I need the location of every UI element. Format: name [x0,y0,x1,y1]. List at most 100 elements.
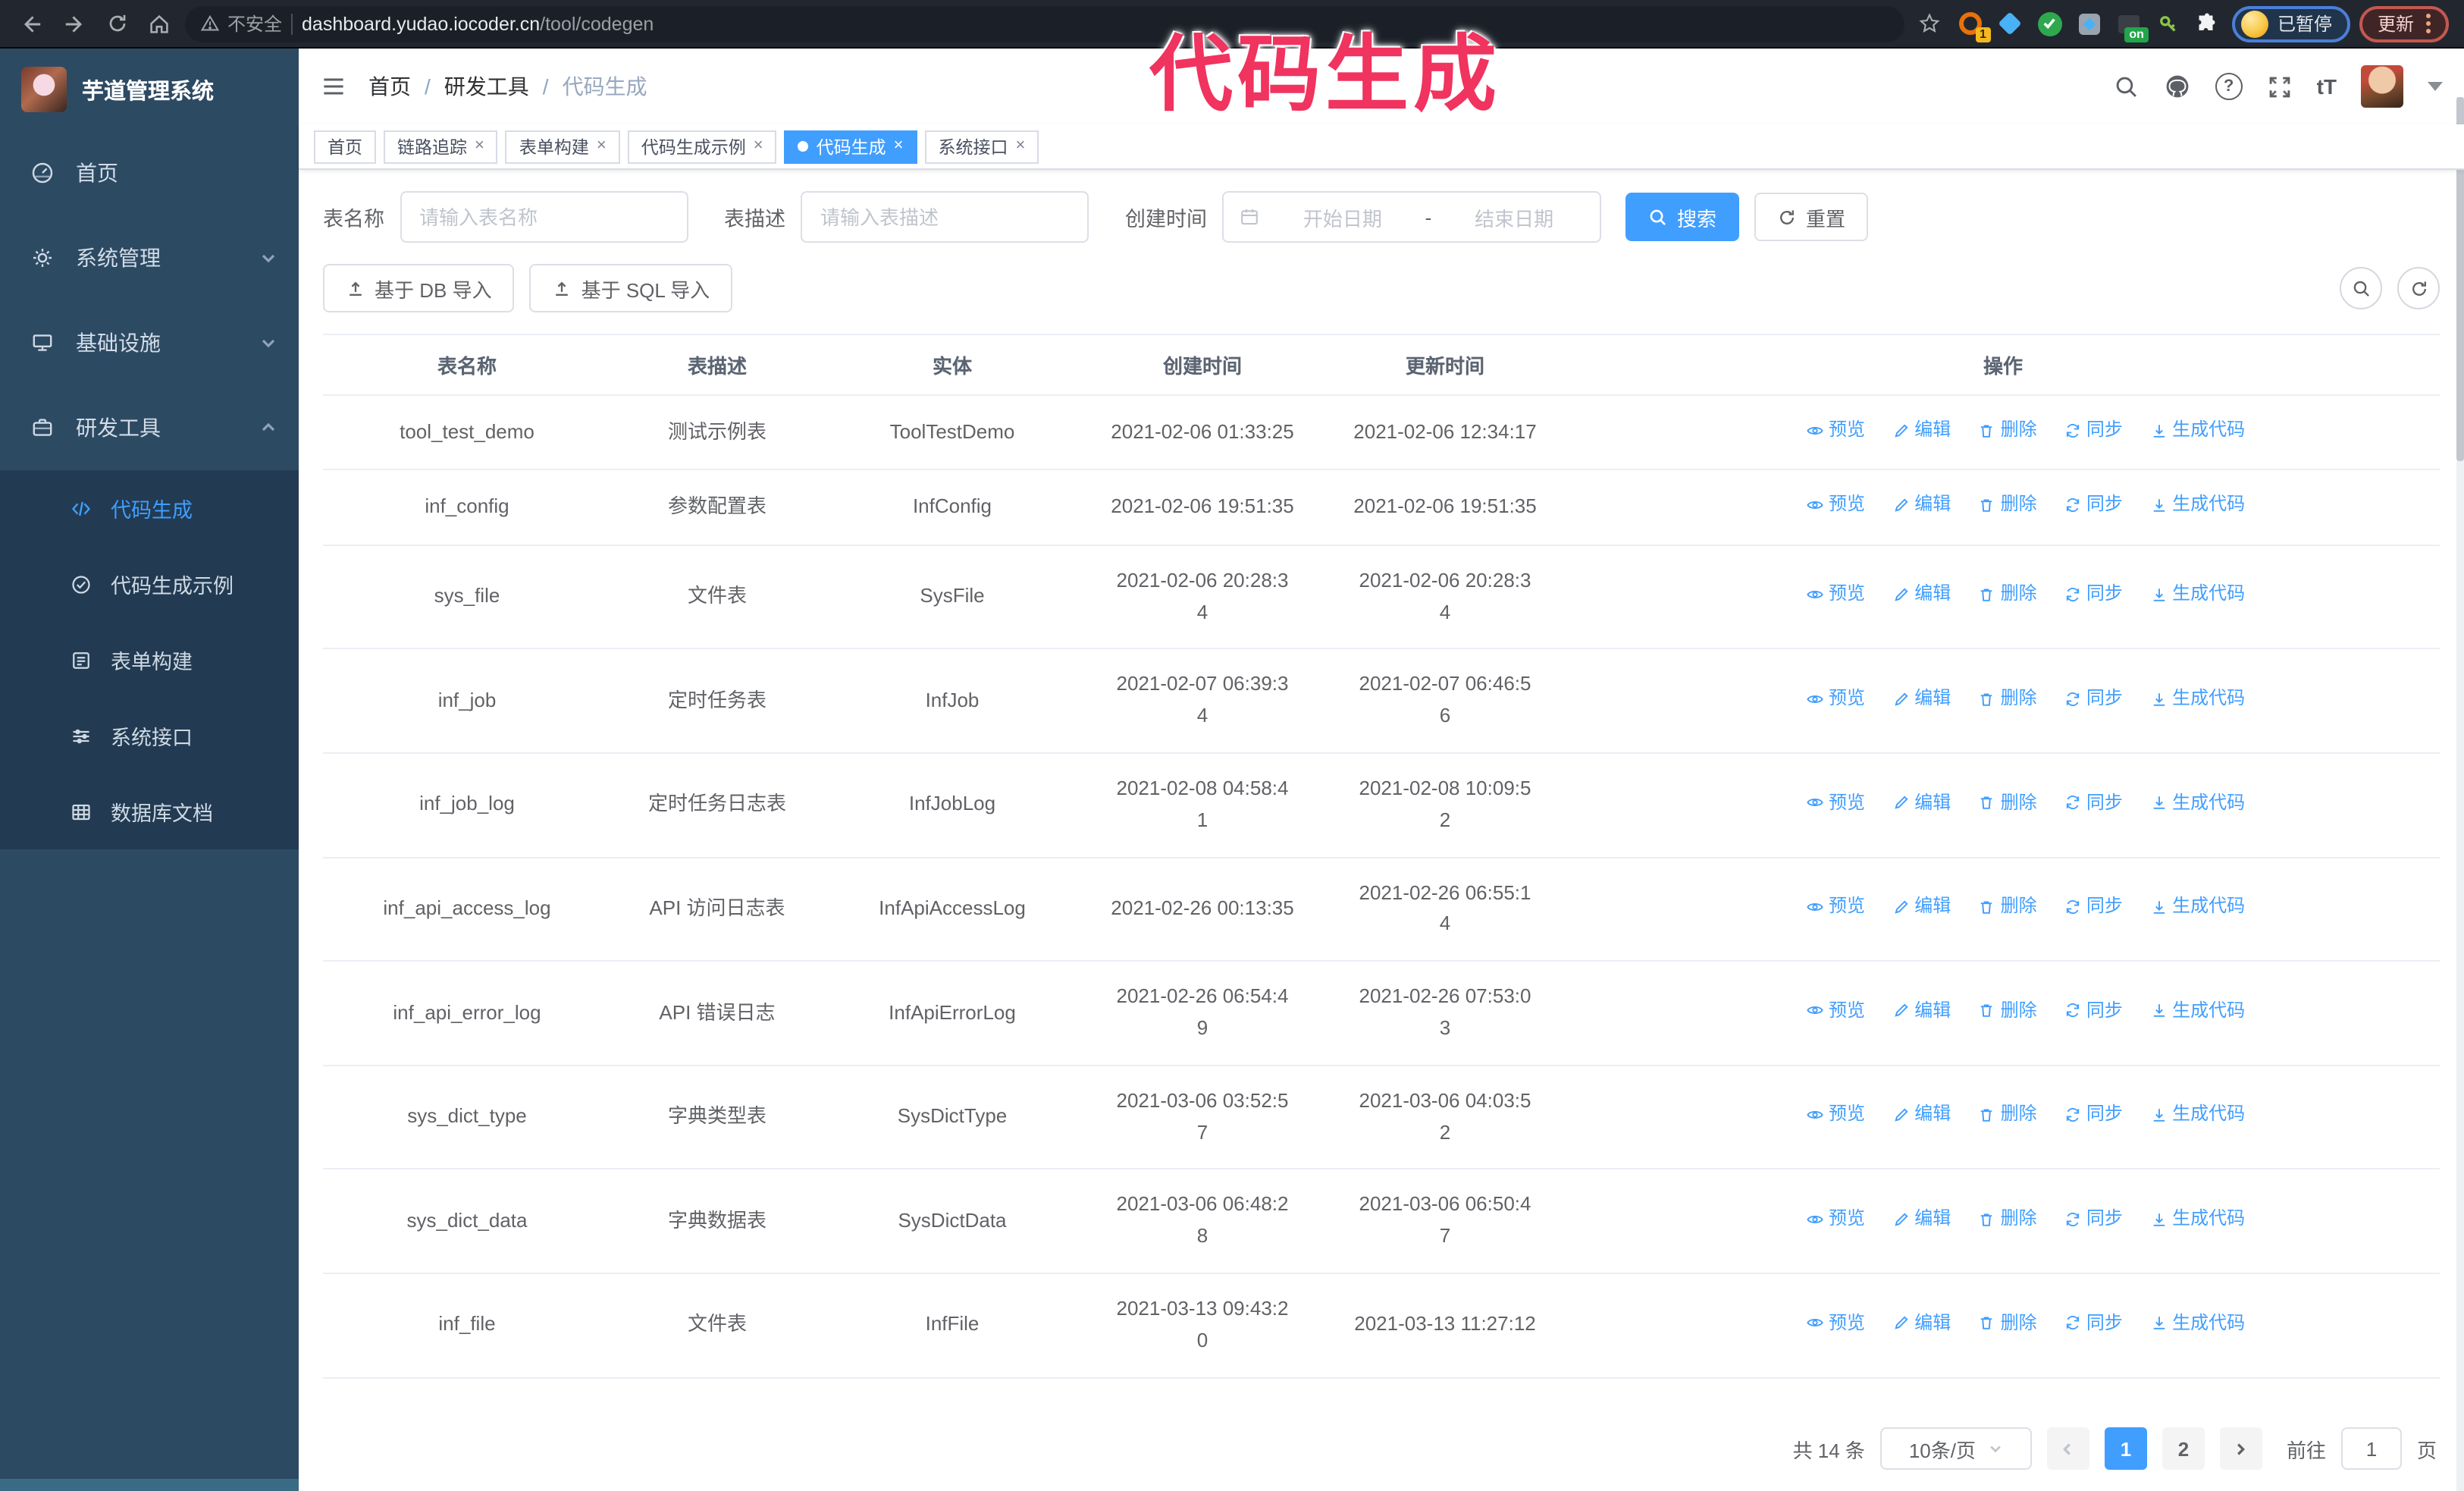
sync-action[interactable]: 同步 [2064,491,2123,519]
address-bar[interactable]: 不安全 dashboard.yudao.iocoder.cn/tool/code… [185,5,1904,42]
breadcrumb-devtools[interactable]: 研发工具 [444,71,529,102]
sync-action[interactable]: 同步 [2064,580,2123,609]
close-icon[interactable]: × [597,137,607,155]
delete-action[interactable]: 删除 [1978,997,2037,1025]
edit-action[interactable]: 编辑 [1892,491,1951,519]
extension-orange-icon[interactable]: 1 [1956,8,1991,42]
preview-action[interactable]: 预览 [1806,580,1865,609]
close-icon[interactable]: × [754,137,763,155]
reload-icon[interactable] [100,7,133,40]
edit-action[interactable]: 编辑 [1892,580,1951,609]
generate-code-action[interactable]: 生成代码 [2149,416,2245,444]
delete-action[interactable]: 删除 [1978,580,2037,609]
back-icon[interactable] [15,7,49,40]
extension-key-icon[interactable] [2153,8,2183,39]
edit-action[interactable]: 编辑 [1892,1100,1951,1129]
sidebar-item-form-builder[interactable]: 表单构建 [0,622,299,698]
edit-action[interactable]: 编辑 [1892,1308,1951,1337]
tab-system-api[interactable]: 系统接口 × [924,130,1039,163]
reset-button[interactable]: 重置 [1754,193,1869,241]
edit-action[interactable]: 编辑 [1892,684,1951,713]
breadcrumb-home[interactable]: 首页 [368,71,411,102]
import-sql-button[interactable]: 基于 SQL 导入 [529,264,733,312]
delete-action[interactable]: 删除 [1978,1100,2037,1129]
preview-action[interactable]: 预览 [1806,1308,1865,1337]
collapse-sidebar-icon[interactable] [320,73,347,100]
page-button-1[interactable]: 1 [2104,1427,2147,1470]
sidebar-item-infrastructure[interactable]: 基础设施 [0,300,299,385]
page-scrollbar[interactable] [2456,97,2464,1491]
start-date-input[interactable]: 开始日期 [1272,202,1413,231]
fullscreen-icon[interactable] [2267,74,2293,99]
close-icon[interactable]: × [1016,137,1026,155]
toggle-search-button[interactable] [2340,267,2382,309]
preview-action[interactable]: 预览 [1806,491,1865,519]
extension-on-icon[interactable]: on [2114,8,2149,42]
sidebar-item-codegen[interactable]: 代码生成 [0,470,299,546]
table-desc-input[interactable] [801,191,1089,243]
next-page-button[interactable] [2219,1427,2262,1470]
preview-action[interactable]: 预览 [1806,997,1865,1025]
extension-green-check-icon[interactable] [2035,8,2065,39]
sidebar-item-home[interactable]: 首页 [0,130,299,215]
delete-action[interactable]: 删除 [1978,1308,2037,1337]
generate-code-action[interactable]: 生成代码 [2149,491,2245,519]
preview-action[interactable]: 预览 [1806,1204,1865,1233]
close-icon[interactable]: × [475,137,484,155]
sync-action[interactable]: 同步 [2064,416,2123,444]
goto-page-input[interactable] [2340,1427,2402,1470]
generate-code-action[interactable]: 生成代码 [2149,684,2245,713]
delete-action[interactable]: 删除 [1978,491,2037,519]
sidebar-item-system-api[interactable]: 系统接口 [0,698,299,774]
end-date-input[interactable]: 结束日期 [1444,202,1585,231]
edit-action[interactable]: 编辑 [1892,1204,1951,1233]
preview-action[interactable]: 预览 [1806,788,1865,817]
update-button[interactable]: 更新 [2359,5,2449,42]
user-menu-caret-icon[interactable] [2428,82,2443,91]
security-chip[interactable]: 不安全 [200,11,282,36]
forward-icon[interactable] [58,7,91,40]
help-icon[interactable]: ? [2215,73,2243,100]
home-icon[interactable] [143,7,176,40]
sync-action[interactable]: 同步 [2064,1100,2123,1129]
preview-action[interactable]: 预览 [1806,416,1865,444]
page-size-select[interactable]: 10条/页 [1879,1427,2032,1470]
delete-action[interactable]: 删除 [1978,892,2037,921]
generate-code-action[interactable]: 生成代码 [2149,1308,2245,1337]
logo[interactable]: 芋道管理系统 [0,49,299,130]
generate-code-action[interactable]: 生成代码 [2149,1100,2245,1129]
delete-action[interactable]: 删除 [1978,684,2037,713]
user-avatar[interactable] [2361,65,2403,108]
delete-action[interactable]: 删除 [1978,788,2037,817]
edit-action[interactable]: 编辑 [1892,997,1951,1025]
sidebar-item-devtools[interactable]: 研发工具 [0,385,299,470]
sync-action[interactable]: 同步 [2064,1204,2123,1233]
search-button[interactable]: 搜索 [1625,193,1740,241]
delete-action[interactable]: 删除 [1978,416,2037,444]
date-range-picker[interactable]: 开始日期 - 结束日期 [1222,191,1601,243]
font-size-icon[interactable]: tT [2317,74,2337,99]
extension-sliders-icon[interactable] [2074,8,2105,39]
sync-action[interactable]: 同步 [2064,997,2123,1025]
generate-code-action[interactable]: 生成代码 [2149,997,2245,1025]
sidebar-item-codegen-example[interactable]: 代码生成示例 [0,546,299,622]
sync-action[interactable]: 同步 [2064,892,2123,921]
tab-home[interactable]: 首页 [314,130,376,163]
preview-action[interactable]: 预览 [1806,1100,1865,1129]
sync-action[interactable]: 同步 [2064,1308,2123,1337]
search-icon[interactable] [2114,74,2140,99]
sidebar-item-db-doc[interactable]: 数据库文档 [0,774,299,849]
delete-action[interactable]: 删除 [1978,1204,2037,1233]
sync-action[interactable]: 同步 [2064,788,2123,817]
refresh-table-button[interactable] [2397,267,2440,309]
generate-code-action[interactable]: 生成代码 [2149,892,2245,921]
sidebar-item-system[interactable]: 系统管理 [0,215,299,300]
edit-action[interactable]: 编辑 [1892,416,1951,444]
tab-codegen-example[interactable]: 代码生成示例 × [627,130,777,163]
import-db-button[interactable]: 基于 DB 导入 [323,264,515,312]
edit-action[interactable]: 编辑 [1892,788,1951,817]
bookmark-star-icon[interactable] [1914,7,1947,40]
generate-code-action[interactable]: 生成代码 [2149,788,2245,817]
browser-menu-icon[interactable] [2426,14,2431,33]
tab-trace[interactable]: 链路追踪 × [384,130,498,163]
